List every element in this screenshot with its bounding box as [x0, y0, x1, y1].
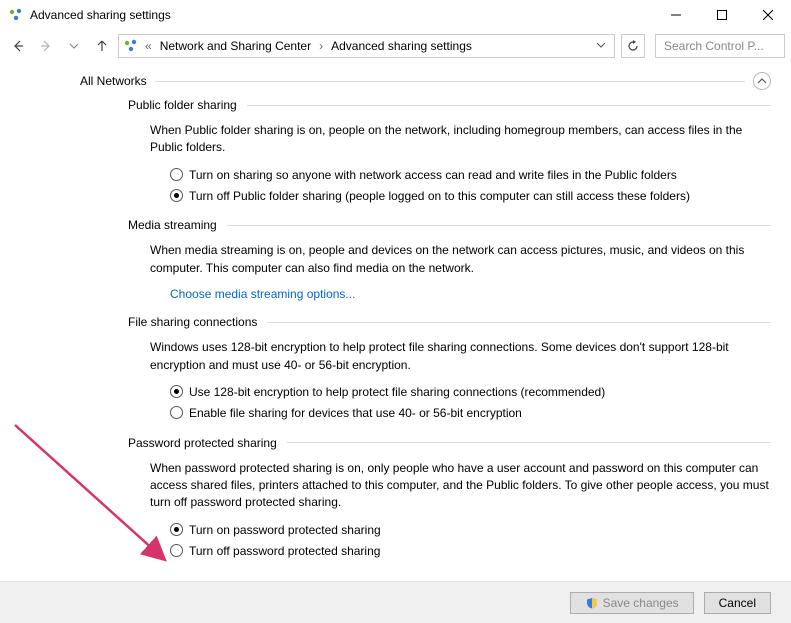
section-label: All Networks [80, 74, 147, 88]
description-text: When password protected sharing is on, o… [150, 460, 771, 512]
subsection-public-folder: Public folder sharing When Public folder… [128, 98, 771, 204]
radio-icon [170, 544, 183, 557]
radio-public-off[interactable]: Turn off Public folder sharing (people l… [170, 188, 771, 205]
radio-label: Turn on sharing so anyone with network a… [189, 167, 677, 184]
divider [267, 322, 771, 323]
radio-label: Enable file sharing for devices that use… [189, 405, 522, 422]
search-box[interactable] [655, 34, 785, 58]
footer: Save changes Cancel [0, 581, 791, 623]
description-text: Windows uses 128-bit encryption to help … [150, 339, 771, 374]
forward-button[interactable] [34, 34, 58, 58]
radio-label: Turn off password protected sharing [189, 543, 380, 560]
subsection-header: Public folder sharing [128, 98, 237, 112]
collapse-button[interactable] [753, 72, 771, 90]
breadcrumb-separator: › [317, 39, 325, 53]
subsection-password-sharing: Password protected sharing When password… [128, 436, 771, 560]
breadcrumb-overflow[interactable]: « [143, 39, 154, 53]
radio-password-on[interactable]: Turn on password protected sharing [170, 522, 771, 539]
radio-icon [170, 385, 183, 398]
description-text: When media streaming is on, people and d… [150, 242, 771, 277]
radio-label: Use 128-bit encryption to help protect f… [189, 384, 605, 401]
divider [155, 81, 745, 82]
radio-icon [170, 168, 183, 181]
cancel-button[interactable]: Cancel [704, 592, 771, 614]
address-bar[interactable]: « Network and Sharing Center › Advanced … [118, 34, 615, 58]
subsection-file-sharing: File sharing connections Windows uses 12… [128, 315, 771, 421]
media-streaming-link[interactable]: Choose media streaming options... [170, 287, 355, 301]
divider [247, 105, 771, 106]
network-icon [8, 7, 24, 23]
refresh-button[interactable] [621, 34, 645, 58]
radio-4056bit[interactable]: Enable file sharing for devices that use… [170, 405, 771, 422]
subsection-media-streaming: Media streaming When media streaming is … [128, 218, 771, 301]
titlebar: Advanced sharing settings [0, 0, 791, 30]
divider [287, 442, 771, 443]
back-button[interactable] [6, 34, 30, 58]
save-changes-button[interactable]: Save changes [570, 592, 694, 614]
maximize-button[interactable] [699, 0, 745, 30]
radio-label: Turn on password protected sharing [189, 522, 381, 539]
divider [227, 225, 771, 226]
radio-icon [170, 523, 183, 536]
radio-password-off[interactable]: Turn off password protected sharing [170, 543, 771, 560]
button-label: Cancel [719, 596, 756, 610]
radio-icon [170, 189, 183, 202]
button-label: Save changes [603, 596, 679, 610]
description-text: When Public folder sharing is on, people… [150, 122, 771, 157]
subsection-header: File sharing connections [128, 315, 257, 329]
network-icon [123, 38, 139, 54]
section-all-networks[interactable]: All Networks [80, 72, 771, 90]
recent-dropdown[interactable] [62, 34, 86, 58]
window-controls [653, 0, 791, 30]
radio-icon [170, 406, 183, 419]
radio-public-on[interactable]: Turn on sharing so anyone with network a… [170, 167, 771, 184]
subsection-header: Password protected sharing [128, 436, 277, 450]
navbar: « Network and Sharing Center › Advanced … [0, 30, 791, 62]
close-button[interactable] [745, 0, 791, 30]
window-title: Advanced sharing settings [30, 8, 171, 22]
minimize-button[interactable] [653, 0, 699, 30]
radio-128bit[interactable]: Use 128-bit encryption to help protect f… [170, 384, 771, 401]
search-input[interactable] [662, 38, 778, 54]
address-dropdown[interactable] [592, 39, 610, 53]
up-button[interactable] [90, 34, 114, 58]
radio-label: Turn off Public folder sharing (people l… [189, 188, 690, 205]
breadcrumb-network-sharing-center[interactable]: Network and Sharing Center [158, 39, 313, 53]
breadcrumb-advanced-sharing[interactable]: Advanced sharing settings [329, 39, 474, 53]
shield-icon [585, 596, 599, 610]
content-area: All Networks Public folder sharing When … [0, 62, 791, 581]
subsection-header: Media streaming [128, 218, 217, 232]
